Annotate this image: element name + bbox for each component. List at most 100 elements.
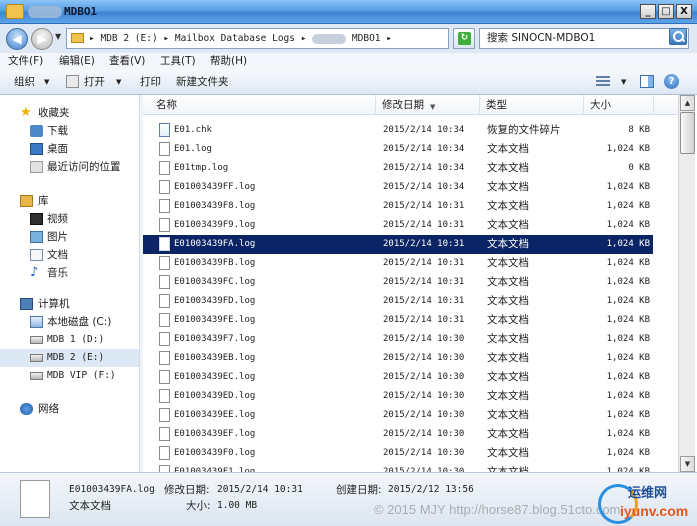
nav-drive-d[interactable]: MDB 1 (D:) [0, 331, 139, 349]
help-icon[interactable]: ? [664, 74, 679, 89]
file-date: 2015/2/14 10:31 [383, 258, 465, 268]
file-row[interactable]: E01003439FD.log 2015/2/14 10:31 文本文档 1,024 … [143, 292, 653, 311]
file-row[interactable]: E01003439FE.log 2015/2/14 10:31 文本文档 1,024 … [143, 311, 653, 330]
file-name: E01tmp.log [174, 163, 229, 173]
file-row[interactable]: E01003439FB.log 2015/2/14 10:31 文本文档 1,024 … [143, 254, 653, 273]
file-row[interactable]: E01003439FC.log 2015/2/14 10:31 文本文档 1,024 … [143, 273, 653, 292]
file-row[interactable]: E01003439EC.log 2015/2/14 10:30 文本文档 1,024 … [143, 368, 653, 387]
change-view-icon[interactable] [596, 76, 610, 88]
column-header-name[interactable]: 名称 [150, 95, 376, 115]
menu-file[interactable]: 文件(F) [8, 54, 43, 69]
system-drive-icon [30, 316, 43, 328]
menu-edit[interactable]: 编辑(E) [59, 54, 95, 69]
file-size: 1,024 KB [606, 315, 650, 325]
log-file-icon [159, 275, 170, 289]
file-name: E01003439ED.log [174, 391, 256, 401]
organize-button[interactable]: 组织 [14, 75, 35, 90]
log-file-icon [159, 370, 170, 384]
file-row[interactable]: E01.log 2015/2/14 10:34 文本文档 1,024 KB [143, 140, 653, 159]
downloads-folder-icon [30, 125, 43, 137]
file-row[interactable]: E01003439EE.log 2015/2/14 10:30 文本文档 1,024 … [143, 406, 653, 425]
file-row[interactable]: E01.chk 2015/2/14 10:34 恢复的文件碎片 8 KB [143, 121, 653, 140]
nav-computer[interactable]: 计算机 [0, 295, 139, 313]
nav-pictures[interactable]: 图片 [0, 228, 139, 246]
search-input[interactable]: 搜索 SINOCN-MDBO1 [479, 28, 689, 49]
preview-pane-icon[interactable] [640, 75, 654, 88]
details-modified-label: 修改日期: [164, 484, 210, 496]
address-bar[interactable]: ▸ MDB 2 (E:) ▸ Mailbox Database Logs ▸ M… [66, 28, 449, 49]
details-size-value: 1.00 MB [217, 500, 258, 511]
file-name: E01003439EF.log [174, 429, 256, 439]
address-separator-icon[interactable]: ▸ [89, 33, 95, 44]
nav-drive-c[interactable]: 本地磁盘 (C:) [0, 313, 139, 331]
close-button[interactable]: X [676, 4, 692, 19]
nav-label: MDB VIP (F:) [47, 370, 116, 381]
organize-chevron-down-icon[interactable]: ▼ [44, 78, 49, 86]
column-header-type[interactable]: 类型 [480, 95, 584, 115]
nav-label: 计算机 [38, 298, 70, 310]
file-row[interactable]: E01003439EF.log 2015/2/14 10:30 文本文档 1,024 … [143, 425, 653, 444]
address-separator-icon[interactable]: ▸ [301, 33, 307, 44]
print-button[interactable]: 打印 [140, 75, 161, 90]
column-header-size[interactable]: 大小 [584, 95, 654, 115]
file-size: 1,024 KB [606, 448, 650, 458]
open-chevron-down-icon[interactable]: ▼ [116, 78, 121, 86]
breadcrumb-logs[interactable]: Mailbox Database Logs [175, 33, 295, 44]
menu-tools[interactable]: 工具(T) [160, 54, 196, 69]
file-row[interactable]: E01003439FA.log 2015/2/14 10:31 文本文档 1,024 … [143, 235, 653, 254]
file-name: E01003439FD.log [174, 296, 256, 306]
nav-favorites[interactable]: ★ 收藏夹 [0, 104, 139, 122]
nav-network[interactable]: 网络 [0, 400, 139, 418]
file-row[interactable]: E01003439EB.log 2015/2/14 10:30 文本文档 1,024 … [143, 349, 653, 368]
back-button[interactable]: ◀ [6, 28, 28, 50]
file-row[interactable]: E01003439F7.log 2015/2/14 10:30 文本文档 1,024 … [143, 330, 653, 349]
file-row[interactable]: E01003439F9.log 2015/2/14 10:31 文本文档 1,024 … [143, 216, 653, 235]
nav-downloads[interactable]: 下载 [0, 122, 139, 140]
file-row[interactable]: E01003439FF.log 2015/2/14 10:34 文本文档 1,024 … [143, 178, 653, 197]
nav-desktop[interactable]: 桌面 [0, 140, 139, 158]
folder-icon [6, 4, 24, 19]
file-type: 文本文档 [487, 428, 529, 440]
forward-button[interactable]: ▶ [31, 28, 53, 50]
video-icon [30, 213, 43, 225]
nav-recent-places[interactable]: 最近访问的位置 [0, 158, 139, 176]
nav-label: 最近访问的位置 [47, 161, 121, 173]
breadcrumb-current[interactable]: MDBO1 [352, 33, 381, 44]
details-pane: E01003439FA.log 修改日期: 2015/2/14 10:31 创建… [0, 472, 697, 526]
scroll-down-arrow-icon[interactable]: ▼ [680, 456, 695, 472]
nav-libraries[interactable]: 库 [0, 192, 139, 210]
scroll-up-arrow-icon[interactable]: ▲ [680, 95, 695, 111]
view-options-chevron-down-icon[interactable]: ▼ [621, 78, 626, 86]
address-separator-icon[interactable]: ▸ [163, 33, 169, 44]
file-row[interactable]: E01003439ED.log 2015/2/14 10:30 文本文档 1,024 … [143, 387, 653, 406]
address-separator-icon[interactable]: ▸ [386, 33, 392, 44]
nav-music[interactable]: ♪ 音乐 [0, 264, 139, 282]
search-icon[interactable] [669, 28, 687, 45]
nav-documents[interactable]: 文档 [0, 246, 139, 264]
music-icon: ♪ [30, 265, 39, 280]
file-row[interactable]: E01tmp.log 2015/2/14 10:34 文本文档 0 KB [143, 159, 653, 178]
column-header-date[interactable]: 修改日期 [376, 95, 480, 115]
scrollbar-thumb[interactable] [680, 112, 695, 154]
file-name: E01003439EB.log [174, 353, 256, 363]
nav-drive-f[interactable]: MDB VIP (F:) [0, 367, 139, 385]
menu-help[interactable]: 帮助(H) [210, 54, 247, 69]
file-row[interactable]: E01003439F0.log 2015/2/14 10:30 文本文档 1,024 … [143, 444, 653, 463]
file-list: 名称 修改日期 类型 大小 ▼ E01.chk 2015/2/14 10:34 恢复… [143, 95, 678, 472]
file-type: 文本文档 [487, 295, 529, 307]
vertical-scrollbar[interactable]: ▲ ▼ [678, 95, 695, 472]
file-name: E01003439FE.log [174, 315, 256, 325]
minimize-button[interactable]: _ [640, 4, 656, 19]
file-row[interactable]: E01003439F1.log 2015/2/14 10:30 文本文档 1,024 … [143, 463, 653, 472]
file-row[interactable]: E01003439F8.log 2015/2/14 10:31 文本文档 1,024 … [143, 197, 653, 216]
nav-drive-e[interactable]: MDB 2 (E:) [0, 349, 139, 367]
open-button[interactable]: 打开 [84, 75, 105, 90]
maximize-button[interactable]: □ [658, 4, 674, 19]
nav-videos[interactable]: 视频 [0, 210, 139, 228]
refresh-button[interactable]: ↻ [453, 28, 475, 49]
breadcrumb-drive[interactable]: MDB 2 (E:) [100, 33, 157, 44]
menu-view[interactable]: 查看(V) [109, 54, 145, 69]
new-folder-button[interactable]: 新建文件夹 [176, 75, 229, 90]
log-file-icon [159, 408, 170, 422]
recent-pages-chevron-down-icon[interactable]: ▼ [55, 32, 61, 41]
